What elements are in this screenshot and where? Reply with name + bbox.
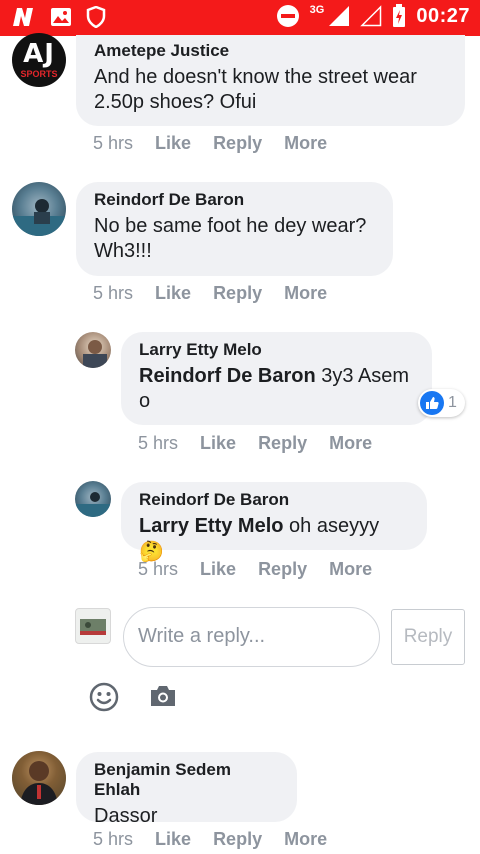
comment-text: Dassor <box>94 805 158 827</box>
thumbs-up-icon <box>420 391 444 415</box>
battery-icon <box>393 4 406 27</box>
comment-time[interactable]: 5 hrs <box>93 283 133 304</box>
comment-text: Larry Etty Melo oh aseyyy 🤔 <box>139 514 409 565</box>
like-button[interactable]: Like <box>200 433 236 454</box>
comment-text-line: o <box>139 390 151 412</box>
comment-text-line: Reindorf De Baron 3y3 Asem <box>139 364 414 389</box>
comment-text-line: And he doesn't know the street wear <box>94 66 417 88</box>
comment-time[interactable]: 5 hrs <box>93 829 133 850</box>
comment-actions: 5 hrs Like Reply More <box>138 559 372 580</box>
like-button[interactable]: Like <box>155 283 191 304</box>
avatar[interactable] <box>12 182 66 236</box>
avatar-photo-icon <box>80 619 106 635</box>
comment-text-line: 2.50p shoes? Ofui <box>94 91 257 113</box>
comment-text-line: Wh3!!! <box>94 240 152 262</box>
comment-text: And he doesn't know the street wear 2.50… <box>94 65 447 115</box>
shield-icon <box>86 6 106 28</box>
reaction-count: 1 <box>448 394 457 411</box>
current-user-avatar <box>75 608 111 644</box>
reaction-badge[interactable]: 1 <box>418 389 465 417</box>
like-button[interactable]: Like <box>200 559 236 580</box>
status-bar: 3G 00:27 <box>0 0 480 36</box>
clock: 00:27 <box>416 4 470 27</box>
comment-text: Reindorf De Baron 3y3 Asem o <box>139 364 414 414</box>
app-n-icon <box>13 8 33 26</box>
comment-bubble[interactable]: Reindorf De Baron Larry Etty Melo oh ase… <box>121 482 427 563</box>
comment-author[interactable]: Benjamin Sedem Ehlah <box>94 760 279 800</box>
like-button[interactable]: Like <box>155 133 191 154</box>
avatar-logo-sub: SPORTS <box>20 69 58 79</box>
reply-button[interactable]: Reply <box>213 133 262 154</box>
comment-text-line: No be same foot he dey wear? <box>94 215 367 237</box>
avatar-logo-text: AJ <box>23 39 55 69</box>
comment-author[interactable]: Ametepe Justice <box>94 41 447 61</box>
reply-button[interactable]: Reply <box>213 829 262 850</box>
avatar-photo-icon <box>12 199 66 236</box>
camera-icon[interactable] <box>149 684 177 708</box>
avatar[interactable] <box>75 332 111 368</box>
comment-time[interactable]: 5 hrs <box>138 433 178 454</box>
comment-text-span: oh aseyyy <box>283 515 380 537</box>
mention-link[interactable]: Reindorf De Baron <box>139 365 316 387</box>
comment-text-span: 3y3 Asem <box>315 365 410 387</box>
comment-time[interactable]: 5 hrs <box>93 133 133 154</box>
comment-actions: 5 hrs Like Reply More <box>93 133 327 154</box>
network-type: 3G <box>309 4 325 16</box>
comment-bubble[interactable]: Larry Etty Melo Reindorf De Baron 3y3 As… <box>121 332 432 425</box>
comment-author[interactable]: Reindorf De Baron <box>139 490 409 510</box>
more-button[interactable]: More <box>329 559 372 580</box>
more-button[interactable]: More <box>284 133 327 154</box>
mention-link[interactable]: Larry Etty Melo <box>139 515 283 537</box>
signal-icon <box>329 6 350 26</box>
comment-bubble[interactable]: Reindorf De Baron No be same foot he dey… <box>76 182 393 276</box>
comment-bubble[interactable]: Ametepe Justice And he doesn't know the … <box>76 35 465 126</box>
comment-time[interactable]: 5 hrs <box>138 559 178 580</box>
avatar[interactable] <box>75 481 111 517</box>
more-button[interactable]: More <box>284 283 327 304</box>
avatar-photo-icon <box>75 492 111 517</box>
comment-bubble[interactable]: Benjamin Sedem Ehlah Dassor <box>76 752 297 827</box>
avatar[interactable]: AJ SPORTS <box>12 33 66 87</box>
more-button[interactable]: More <box>284 829 327 850</box>
avatar-photo-icon <box>12 751 66 805</box>
reply-submit-button[interactable]: Reply <box>391 609 465 665</box>
avatar-photo-icon <box>83 340 107 368</box>
smiley-icon[interactable] <box>89 682 119 712</box>
comment-actions: 5 hrs Like Reply More <box>93 829 327 850</box>
signal-empty-icon <box>360 5 382 27</box>
gallery-icon <box>51 8 71 26</box>
reply-input[interactable]: Write a reply... <box>123 607 380 667</box>
comment-author[interactable]: Larry Etty Melo <box>139 340 414 360</box>
comment-actions: 5 hrs Like Reply More <box>93 283 327 304</box>
do-not-disturb-icon <box>276 5 299 27</box>
reply-input-placeholder: Write a reply... <box>138 625 266 647</box>
like-button[interactable]: Like <box>155 829 191 850</box>
reply-button[interactable]: Reply <box>258 433 307 454</box>
reply-button[interactable]: Reply <box>258 559 307 580</box>
comment-text: No be same foot he dey wear? Wh3!!! <box>94 214 375 264</box>
reply-button[interactable]: Reply <box>213 283 262 304</box>
comment-author[interactable]: Reindorf De Baron <box>94 190 375 210</box>
comment-actions: 5 hrs Like Reply More <box>138 433 372 454</box>
avatar[interactable] <box>12 751 66 805</box>
more-button[interactable]: More <box>329 433 372 454</box>
